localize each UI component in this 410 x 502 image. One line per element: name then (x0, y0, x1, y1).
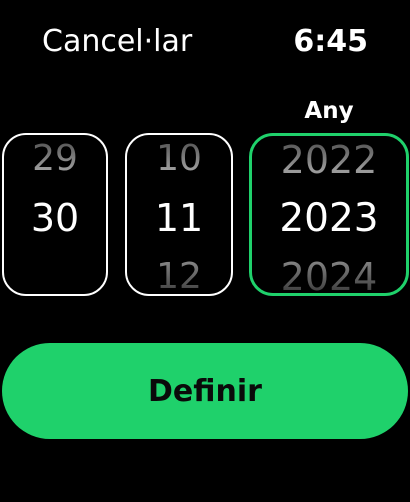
year-next-value: 2024 (280, 255, 378, 296)
day-fade-bottom (4, 260, 106, 294)
month-picker[interactable]: 10 11 12 (125, 133, 233, 296)
clock-time: 6:45 (293, 24, 368, 59)
year-picker[interactable]: 2022 2023 2024 (249, 133, 409, 296)
month-next-value: 12 (156, 256, 202, 296)
year-selected-value: 2023 (279, 196, 379, 241)
cancel-button[interactable]: Cancel·lar (42, 24, 192, 59)
year-column-label: Any (304, 98, 354, 124)
year-previous-value: 2022 (280, 138, 378, 182)
day-selected-value: 30 (30, 196, 80, 240)
day-picker[interactable]: 29 30 (2, 133, 108, 296)
month-previous-value: 10 (156, 138, 202, 179)
day-previous-value: 29 (32, 138, 78, 179)
set-button[interactable]: Definir (2, 343, 408, 439)
month-selected-value: 11 (154, 196, 204, 240)
